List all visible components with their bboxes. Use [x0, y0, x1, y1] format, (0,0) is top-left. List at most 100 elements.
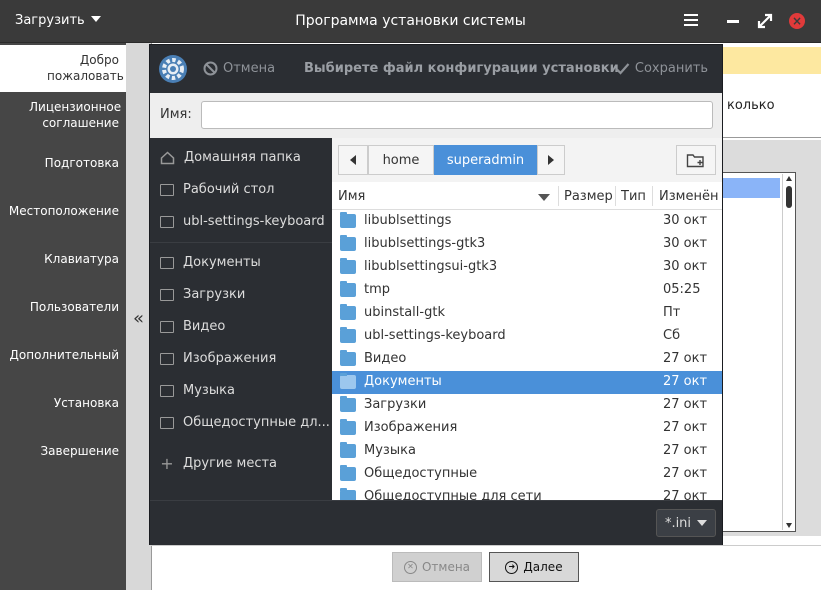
- file-modified: 27 окт: [663, 466, 708, 481]
- column-divider[interactable]: [615, 186, 616, 206]
- file-modified: 27 окт: [663, 397, 708, 412]
- maximize-button[interactable]: [755, 11, 775, 31]
- sidebar-item-completion[interactable]: Завершение: [40, 443, 119, 459]
- file-row[interactable]: Изображения 27 окт: [332, 417, 722, 440]
- filename-input[interactable]: [201, 101, 713, 129]
- place-videos[interactable]: Видео: [160, 319, 332, 334]
- place-pictures[interactable]: Изображения: [160, 351, 332, 366]
- file-row[interactable]: libublsettings 30 окт: [332, 210, 722, 233]
- file-filter-select[interactable]: *.ini: [656, 509, 716, 537]
- file-row[interactable]: Общедоступные 27 окт: [332, 463, 722, 486]
- next-button[interactable]: ➜ Далее: [489, 552, 579, 582]
- file-row[interactable]: Музыка 27 окт: [332, 440, 722, 463]
- places-divider: [150, 242, 332, 243]
- sidebar-item-preparation[interactable]: Подготовка: [45, 155, 119, 171]
- file-row[interactable]: libublsettingsui-gtk3 30 окт: [332, 256, 722, 279]
- file-list: libublsettings 30 окт libublsettings-gtk3 3…: [332, 210, 722, 545]
- gear-icon: [159, 55, 187, 83]
- file-name: ubinstall-gtk: [364, 305, 445, 320]
- sidebar-item-installation[interactable]: Установка: [54, 395, 119, 411]
- sidebar-item-welcome[interactable]: Добро пожаловать: [0, 45, 126, 92]
- sidebar-item-users[interactable]: Пользователи: [30, 299, 119, 315]
- scroll-up-icon[interactable]: [786, 176, 792, 181]
- dialog-save-button[interactable]: Сохранить: [615, 61, 708, 76]
- files-pane: home superadmin Имя Размер Тип Изменён l…: [332, 138, 722, 545]
- place-documents[interactable]: Документы: [160, 255, 332, 270]
- scroll-thumb[interactable]: [786, 186, 792, 208]
- folder-icon: [160, 320, 174, 333]
- background-list-selection: [722, 178, 780, 198]
- file-row[interactable]: Видео 27 окт: [332, 348, 722, 371]
- path-segment-home[interactable]: home: [368, 145, 434, 175]
- collapse-sidebar-icon[interactable]: «: [133, 308, 144, 329]
- path-forward-button[interactable]: [537, 145, 565, 175]
- sort-descending-icon[interactable]: [538, 194, 550, 201]
- column-divider[interactable]: [558, 186, 559, 206]
- sidebar-item-label: Установка: [53, 396, 119, 410]
- cancel-button[interactable]: ✕ Отмена: [392, 552, 482, 582]
- dialog-title: Выбирете файл конфигурации установки: [304, 61, 619, 76]
- file-row[interactable]: ubl-settings-keyboard Сб: [332, 325, 722, 348]
- name-bar: Имя:: [150, 93, 722, 138]
- sidebar-item-label: Местоположение: [8, 204, 119, 218]
- close-icon: ×: [789, 13, 805, 29]
- notice-bar: [720, 47, 821, 74]
- place-ubl-settings-keyboard[interactable]: ubl-settings-keyboard: [160, 214, 332, 229]
- column-name[interactable]: Имя: [338, 189, 365, 204]
- place-public[interactable]: Общедоступные дл...: [160, 415, 332, 430]
- place-home[interactable]: Домашняя папка: [160, 150, 332, 165]
- cancel-button-label: Отмена: [421, 560, 471, 574]
- path-segment-superadmin[interactable]: superadmin: [434, 145, 537, 175]
- minimize-button[interactable]: [723, 11, 743, 31]
- background-scrollbar[interactable]: [782, 174, 795, 530]
- place-other-locations[interactable]: + Другие места: [160, 456, 332, 471]
- sidebar-item-label: Лицензионное соглашение: [29, 100, 122, 130]
- file-name: Изображения: [364, 420, 458, 435]
- folder-icon: [340, 350, 356, 366]
- dialog-header: Отмена Выбирете файл конфигурации устано…: [150, 45, 722, 93]
- folder-icon: [340, 281, 356, 297]
- place-downloads[interactable]: Загрузки: [160, 287, 332, 302]
- sidebar-item-location[interactable]: Местоположение: [9, 203, 119, 219]
- file-modified: 27 окт: [663, 443, 708, 458]
- maximize-icon: [757, 13, 773, 29]
- file-row[interactable]: libublsettings-gtk3 30 окт: [332, 233, 722, 256]
- sidebar-item-license[interactable]: Лицензионное соглашение: [29, 99, 122, 131]
- column-header: Имя Размер Тип Изменён: [332, 182, 722, 210]
- column-modified[interactable]: Изменён: [659, 189, 718, 204]
- file-row[interactable]: tmp 05:25: [332, 279, 722, 302]
- path-back-button[interactable]: [338, 145, 368, 175]
- file-modified: 30 окт: [663, 236, 708, 251]
- dialog-save-label: Сохранить: [634, 61, 708, 76]
- background-text: колько: [727, 98, 775, 113]
- close-window-button[interactable]: ×: [787, 11, 807, 31]
- folder-icon: [340, 373, 356, 389]
- column-type[interactable]: Тип: [621, 189, 646, 204]
- hamburger-menu-button[interactable]: [681, 11, 701, 31]
- column-divider[interactable]: [652, 186, 653, 206]
- file-row[interactable]: Загрузки 27 окт: [332, 394, 722, 417]
- sidebar-item-keyboard[interactable]: Клавиатура: [44, 251, 119, 267]
- folder-icon: [160, 256, 174, 269]
- place-music[interactable]: Музыка: [160, 383, 332, 398]
- file-row[interactable]: ubinstall-gtk Пт: [332, 302, 722, 325]
- scroll-down-icon[interactable]: [786, 523, 792, 528]
- folder-icon: [340, 235, 356, 251]
- place-desktop[interactable]: Рабочий стол: [160, 182, 332, 197]
- file-modified: Сб: [663, 328, 681, 343]
- dialog-cancel-button[interactable]: Отмена: [203, 61, 275, 76]
- place-label: Домашняя папка: [184, 150, 301, 165]
- folder-icon: [160, 416, 174, 429]
- file-name: Общедоступные: [364, 466, 478, 481]
- new-folder-button[interactable]: [676, 145, 716, 175]
- folder-icon: [340, 327, 356, 343]
- file-name: Загрузки: [364, 397, 427, 412]
- file-name: Музыка: [364, 443, 416, 458]
- path-bar: home superadmin: [332, 138, 722, 182]
- file-row[interactable]: Документы 27 окт: [332, 371, 722, 394]
- file-modified: 05:25: [663, 282, 701, 297]
- file-modified: 27 окт: [663, 351, 708, 366]
- sidebar-item-additional[interactable]: Дополнительный: [10, 347, 119, 363]
- column-size[interactable]: Размер: [564, 189, 613, 204]
- desktop-folder-icon: [160, 183, 174, 196]
